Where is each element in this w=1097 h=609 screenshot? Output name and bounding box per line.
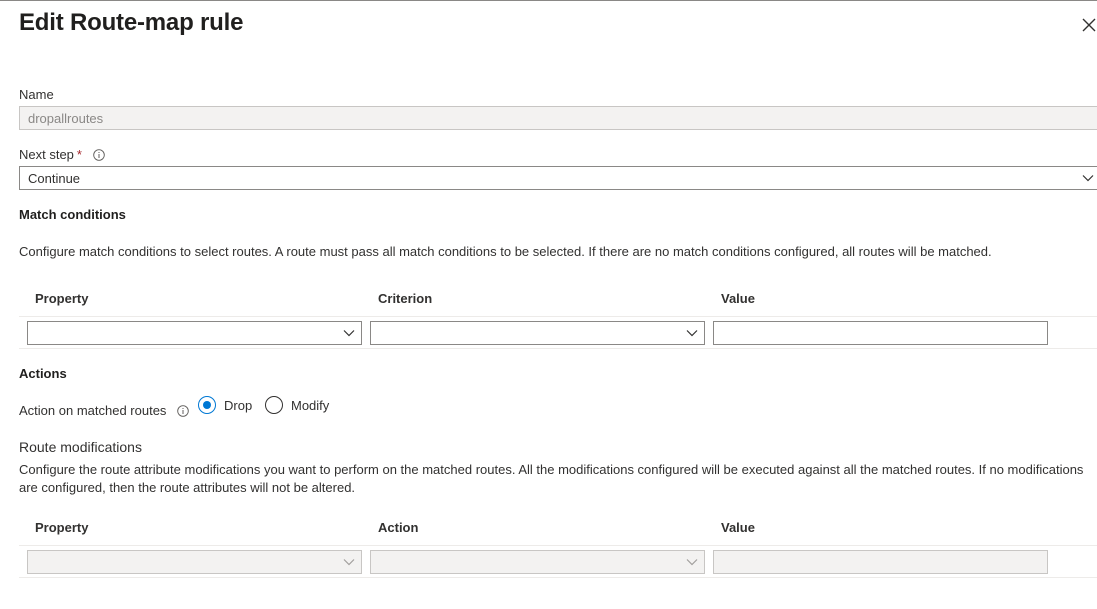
match-column-criterion: Criterion bbox=[378, 291, 433, 306]
route-modifications-description-line2: are configured, then the route attribute… bbox=[19, 480, 356, 495]
match-column-property: Property bbox=[35, 291, 89, 306]
info-icon[interactable] bbox=[177, 405, 189, 417]
match-criterion-dropdown[interactable] bbox=[370, 321, 705, 345]
next-step-selected-value: Continue bbox=[28, 171, 81, 186]
next-step-label: Next step * bbox=[19, 147, 82, 162]
panel-title: Edit Route-map rule bbox=[19, 9, 244, 36]
table-divider bbox=[19, 316, 1097, 317]
table-divider bbox=[19, 545, 1097, 546]
next-step-dropdown[interactable]: Continue bbox=[19, 166, 1097, 190]
action-on-matched-routes-label: Action on matched routes bbox=[19, 403, 167, 418]
panel-top-border bbox=[0, 0, 1097, 1]
modification-property-dropdown bbox=[27, 550, 362, 574]
drop-radio-label[interactable]: Drop bbox=[224, 398, 252, 413]
modify-radio[interactable] bbox=[265, 396, 283, 414]
modification-action-dropdown bbox=[370, 550, 705, 574]
match-conditions-description: Configure match conditions to select rou… bbox=[19, 244, 992, 259]
match-column-value: Value bbox=[721, 291, 755, 306]
name-input: dropallroutes bbox=[19, 106, 1097, 130]
drop-radio[interactable] bbox=[198, 396, 216, 414]
next-step-label-text: Next step bbox=[19, 147, 74, 162]
close-icon[interactable] bbox=[1078, 14, 1097, 36]
name-label: Name bbox=[19, 87, 54, 102]
required-asterisk: * bbox=[76, 147, 82, 162]
route-modifications-description-line1: Configure the route attribute modificati… bbox=[19, 462, 1084, 477]
table-divider bbox=[19, 348, 1097, 349]
chevron-down-icon bbox=[1082, 175, 1094, 182]
chevron-down-icon bbox=[343, 559, 355, 566]
match-value-input[interactable] bbox=[713, 321, 1048, 345]
info-icon[interactable] bbox=[93, 149, 105, 161]
modification-column-property: Property bbox=[35, 520, 89, 535]
modification-column-action: Action bbox=[378, 520, 419, 535]
chevron-down-icon bbox=[686, 330, 698, 337]
chevron-down-icon bbox=[686, 559, 698, 566]
modification-column-value: Value bbox=[721, 520, 755, 535]
chevron-down-icon bbox=[343, 330, 355, 337]
match-property-dropdown[interactable] bbox=[27, 321, 362, 345]
modify-radio-label[interactable]: Modify bbox=[291, 398, 329, 413]
route-modifications-heading: Route modifications bbox=[19, 439, 142, 455]
actions-heading: Actions bbox=[19, 366, 67, 381]
table-divider bbox=[19, 577, 1097, 578]
modification-value-input bbox=[713, 550, 1048, 574]
match-conditions-heading: Match conditions bbox=[19, 207, 126, 222]
